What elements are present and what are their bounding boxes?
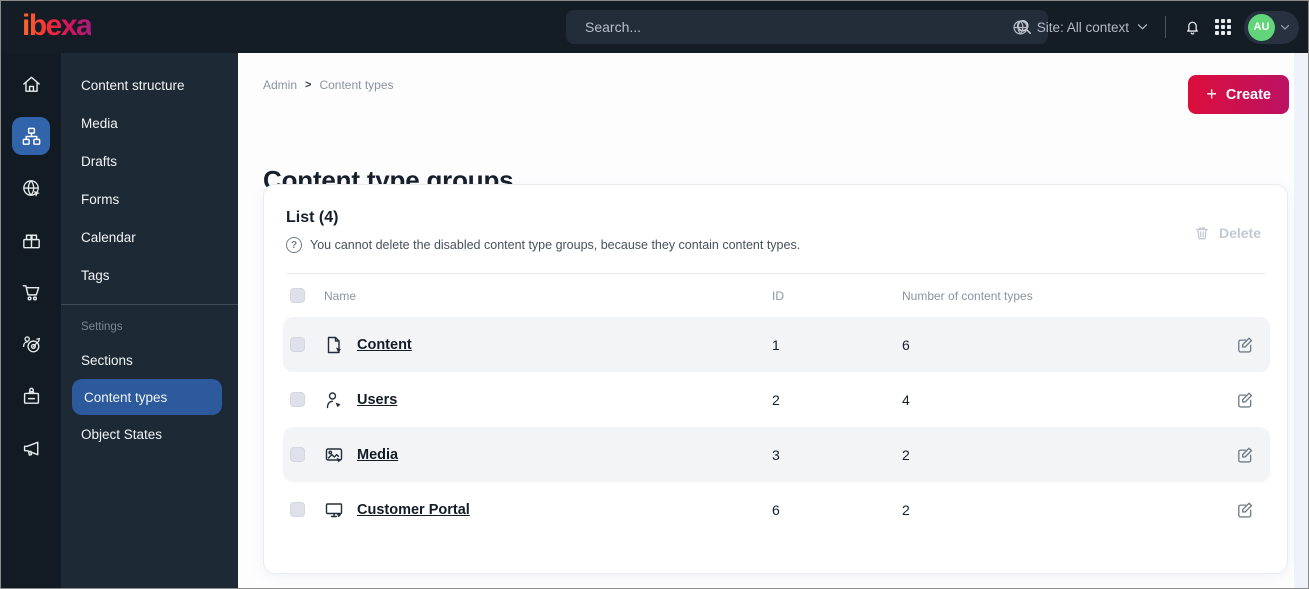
- content-tree-icon: [20, 125, 43, 148]
- content-file-icon: [324, 335, 357, 355]
- group-id: 6: [772, 501, 780, 518]
- table-body: Content 1 6 Users 2 4 Media 3 2 Customer…: [264, 317, 1287, 537]
- create-button-label: Create: [1225, 86, 1271, 103]
- list-hint: ? You cannot delete the disabled content…: [286, 237, 1287, 253]
- site-context-selector[interactable]: Site: All context: [1012, 19, 1148, 36]
- home-icon: [20, 73, 43, 96]
- site-context-label: Site: All context: [1036, 19, 1129, 35]
- list-hint-text: You cannot delete the disabled content t…: [310, 238, 801, 252]
- group-id: 1: [772, 336, 780, 353]
- table-row: Users 2 4: [283, 372, 1270, 427]
- menu-item-media[interactable]: Media: [61, 104, 238, 142]
- monitor-icon: [324, 500, 357, 520]
- rail-item-site[interactable]: [12, 169, 50, 207]
- create-button[interactable]: + Create: [1188, 75, 1289, 114]
- breadcrumb: Admin > Content types: [263, 78, 394, 92]
- main-content: Admin > Content types + Create Content t…: [238, 53, 1308, 588]
- row-checkbox[interactable]: [290, 447, 305, 462]
- menu-item-content-structure[interactable]: Content structure: [61, 66, 238, 104]
- content-type-groups-card: List (4) ? You cannot delete the disable…: [263, 184, 1288, 574]
- rail-item-content[interactable]: [12, 117, 50, 155]
- row-checkbox[interactable]: [290, 502, 305, 517]
- app-window: ibexa Site: All context: [0, 0, 1309, 589]
- topbar-actions: Site: All context AU: [1012, 1, 1299, 53]
- menu-item-sections[interactable]: Sections: [61, 341, 238, 379]
- site-globe-icon: [20, 177, 43, 200]
- column-header-count: Number of content types: [902, 288, 1033, 303]
- breadcrumb-admin[interactable]: Admin: [263, 78, 297, 92]
- search-input[interactable]: [566, 19, 1014, 35]
- secondary-menu: Content structure Media Drafts Forms Cal…: [61, 53, 238, 588]
- group-link[interactable]: Content: [357, 337, 412, 353]
- menu-item-forms[interactable]: Forms: [61, 180, 238, 218]
- avatar: AU: [1248, 13, 1275, 41]
- delete-button-label: Delete: [1218, 225, 1261, 241]
- campaign-megaphone-icon: [20, 437, 43, 460]
- menu-item-content-types[interactable]: Content types: [72, 379, 222, 415]
- globe-icon: [1012, 19, 1029, 36]
- rail-item-commerce[interactable]: [12, 273, 50, 311]
- edit-button[interactable]: [1233, 443, 1256, 466]
- topbar: ibexa Site: All context: [1, 1, 1308, 53]
- table-row: Content 1 6: [283, 317, 1270, 372]
- app-switcher-grid-icon[interactable]: [1215, 19, 1231, 35]
- group-count: 4: [902, 391, 910, 408]
- edit-button[interactable]: [1233, 498, 1256, 521]
- global-search[interactable]: [566, 10, 1048, 44]
- chevron-down-icon: [1280, 24, 1290, 31]
- notifications-bell-icon[interactable]: [1183, 18, 1202, 37]
- rail-item-campaign[interactable]: [12, 429, 50, 467]
- trash-icon: [1194, 225, 1210, 241]
- group-count: 2: [902, 446, 910, 463]
- group-link[interactable]: Users: [357, 392, 397, 408]
- right-gutter: [1294, 53, 1308, 588]
- icon-rail: [1, 53, 61, 588]
- group-id: 2: [772, 391, 780, 408]
- group-link[interactable]: Customer Portal: [357, 502, 470, 518]
- menu-section-settings: Settings: [81, 321, 123, 333]
- table-header: Name ID Number of content types: [264, 274, 1287, 317]
- edit-button[interactable]: [1233, 388, 1256, 411]
- row-checkbox[interactable]: [290, 337, 305, 352]
- user-icon: [324, 390, 357, 410]
- list-title: List (4): [286, 209, 339, 226]
- menu-item-tags[interactable]: Tags: [61, 256, 238, 294]
- breadcrumb-separator: >: [305, 79, 312, 91]
- group-link[interactable]: Media: [357, 447, 398, 463]
- group-id: 3: [772, 446, 780, 463]
- delete-button[interactable]: Delete: [1194, 225, 1261, 241]
- rail-item-personalization[interactable]: [12, 325, 50, 363]
- group-count: 2: [902, 501, 910, 518]
- personalization-target-icon: [20, 333, 43, 356]
- menu-item-object-states[interactable]: Object States: [61, 415, 238, 453]
- row-checkbox[interactable]: [290, 392, 305, 407]
- topbar-divider: [1165, 16, 1166, 38]
- group-count: 6: [902, 336, 910, 353]
- ibexa-logo: ibexa: [22, 9, 93, 42]
- edit-button[interactable]: [1233, 333, 1256, 356]
- admin-badge-icon: [20, 385, 43, 408]
- rail-item-product-catalog[interactable]: [12, 221, 50, 259]
- menu-item-drafts[interactable]: Drafts: [61, 142, 238, 180]
- menu-divider: [61, 304, 238, 305]
- image-icon: [324, 445, 357, 465]
- menu-item-calendar[interactable]: Calendar: [61, 218, 238, 256]
- chevron-down-icon: [1137, 23, 1148, 31]
- plus-icon: +: [1206, 84, 1217, 104]
- column-header-id: ID: [772, 288, 784, 303]
- table-row: Customer Portal 6 2: [283, 482, 1270, 537]
- table-row: Media 3 2: [283, 427, 1270, 482]
- user-menu[interactable]: AU: [1244, 10, 1299, 44]
- product-catalog-icon: [20, 229, 43, 252]
- column-header-name: Name: [324, 288, 357, 303]
- commerce-cart-icon: [20, 281, 43, 304]
- select-all-checkbox[interactable]: [290, 288, 305, 303]
- help-icon: ?: [286, 237, 302, 253]
- rail-item-admin[interactable]: [12, 377, 50, 415]
- rail-item-home[interactable]: [12, 65, 50, 103]
- breadcrumb-content-types[interactable]: Content types: [319, 78, 393, 92]
